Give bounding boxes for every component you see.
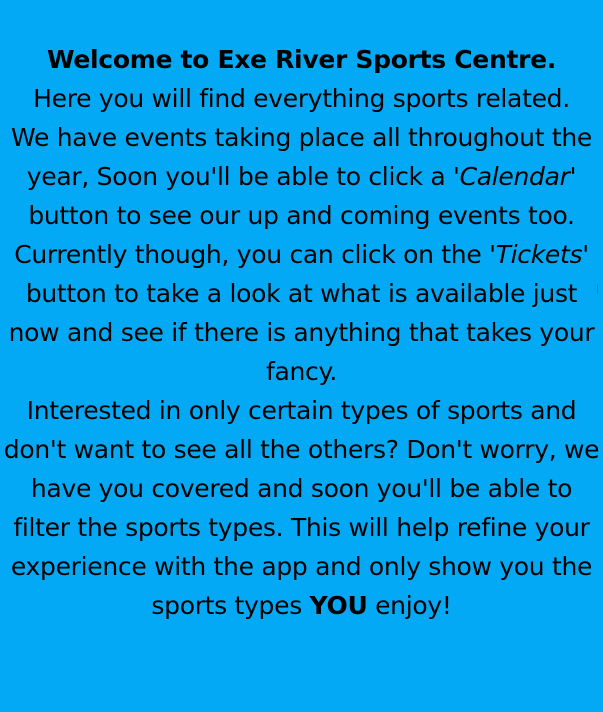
page-title: Welcome to Exe River Sports Centre. <box>47 45 556 74</box>
tickets-word: Tickets <box>495 240 583 269</box>
calendar-paragraph: We have events taking place all througho… <box>0 118 603 235</box>
filter-text-after: enjoy! <box>367 591 452 620</box>
calendar-word: Calendar <box>459 162 570 191</box>
filter-text-before: Interested in only certain types of spor… <box>3 396 600 620</box>
tickets-text-before: Currently though, you can click on the ' <box>14 240 496 269</box>
welcome-title: Welcome to Exe River Sports Centre. <box>0 40 603 79</box>
filter-emphasis: YOU <box>309 591 368 620</box>
filter-paragraph: Interested in only certain types of spor… <box>0 391 603 625</box>
tickets-paragraph: Currently though, you can click on the '… <box>0 235 603 391</box>
welcome-text-block: Welcome to Exe River Sports Centre. Here… <box>0 40 603 625</box>
intro-line: Here you will find everything sports rel… <box>33 84 570 113</box>
edge-mark <box>597 284 598 294</box>
